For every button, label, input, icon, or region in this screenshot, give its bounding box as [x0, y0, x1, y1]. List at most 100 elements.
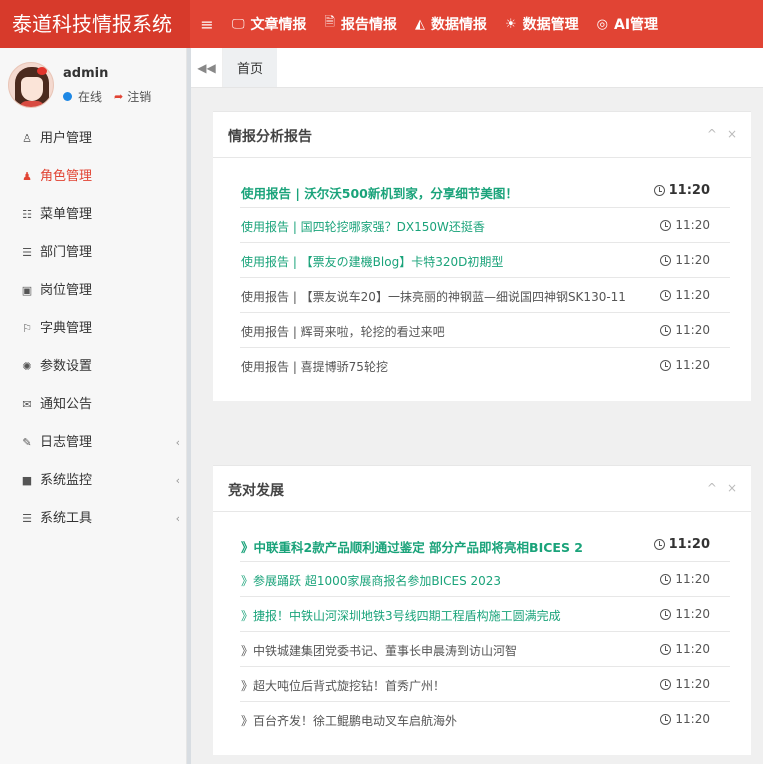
tab-scroll-left-icon[interactable]: ◀◀: [191, 48, 223, 87]
item-title-link[interactable]: 》百台齐发！徐工鲲鹏电动叉车启航海外: [241, 712, 457, 729]
panel-tools: ^ ×: [707, 481, 737, 495]
item-title-link[interactable]: 使用报告 | 辉哥来啦，轮挖的看过来吧: [241, 323, 445, 340]
sidebar-item-3[interactable]: ☰ 部门管理: [0, 234, 186, 272]
user-status: 在线 ➦ 注销: [63, 88, 151, 105]
tab-bar: ◀◀ 首页: [191, 48, 763, 88]
item-title-link[interactable]: 使用报告 | 沃尔沃500新机到家，分享细节美图！: [241, 183, 518, 202]
time-value: 11:20: [675, 572, 710, 586]
list-item[interactable]: 》参展踊跃 超1000家展商报名参加BICES 2023 11:20: [240, 562, 730, 597]
panel-header: 竞对发展 ^ ×: [213, 466, 751, 512]
monitor-icon: 🖵: [232, 16, 245, 32]
sidebar-menu: ♙ 用户管理 ♟ 角色管理 ☷ 菜单管理 ☰ 部门管理 ▣ 岗位管理 ⚐ 字典管理 ✺ 参数设置 ✉ 通知公告…: [0, 120, 186, 538]
sidebar-item-10[interactable]: ☰ 系统工具 ‹: [0, 500, 186, 538]
sidebar-item-label: 角色管理: [40, 169, 93, 184]
user-panel: admin 在线 ➦ 注销: [0, 48, 186, 120]
clock-icon: [660, 289, 672, 301]
time-value: 11:20: [675, 642, 710, 656]
menu-item-icon: ▣: [21, 284, 33, 297]
list-item[interactable]: 》中铁城建集团党委书记、董事长申晨涛到访山河智 11:20: [240, 632, 730, 667]
close-icon[interactable]: ×: [727, 481, 737, 495]
sidebar-item-label: 日志管理: [40, 435, 93, 450]
sidebar: admin 在线 ➦ 注销 ♙ 用户管理 ♟ 角色管理 ☷ 菜单管理 ☰ 部门管理 ▣ 岗位管理 ⚐…: [0, 48, 186, 764]
item-title-link[interactable]: 》超大吨位后背式旋挖钻！首秀广州！: [241, 677, 445, 694]
list-item[interactable]: 使用报告 | 国四轮挖哪家强？DX150W还挺香 11:20: [240, 208, 730, 243]
sidebar-item-label: 通知公告: [40, 397, 93, 412]
clock-icon: [660, 359, 672, 371]
nav-report-intel[interactable]: 🗎 报告情报: [317, 13, 407, 35]
avatar[interactable]: [8, 62, 54, 108]
clock-icon: [660, 573, 672, 585]
list-item[interactable]: 》捷报！中铁山河深圳地铁3号线四期工程盾构施工圆满完成 11:20: [240, 597, 730, 632]
sidebar-toggle-icon[interactable]: ≡: [190, 15, 224, 34]
time-value: 11:20: [668, 183, 710, 198]
clock-icon: [660, 219, 672, 231]
top-header: 泰道科技情报系统 ≡ 🖵 文章情报 🗎 报告情报 ◭ 数据情报 ☀ 数据管理 ◎…: [0, 0, 763, 48]
sidebar-item-label: 菜单管理: [40, 207, 93, 222]
sidebar-scrollbar[interactable]: [186, 48, 191, 764]
panel-analysis-reports: 情报分析报告 ^ × 使用报告 | 沃尔沃500新机到家，分享细节美图！ 11:2…: [213, 111, 751, 401]
item-title-link[interactable]: 》捷报！中铁山河深圳地铁3号线四期工程盾构施工圆满完成: [241, 607, 561, 624]
menu-item-icon: ♙: [22, 132, 32, 145]
logout-link[interactable]: 注销: [127, 88, 151, 105]
item-title-link[interactable]: 使用报告 | 国四轮挖哪家强？DX150W还挺香: [241, 218, 485, 235]
list-item[interactable]: 》中联重科2款产品顺利通过鉴定 部分产品即将亮相BICES 2 11:20: [240, 527, 730, 562]
sidebar-item-label: 系统监控: [40, 473, 93, 488]
news-list: 》中联重科2款产品顺利通过鉴定 部分产品即将亮相BICES 2 11:20 》参展踊…: [240, 527, 730, 737]
panel-title: 竞对发展: [228, 483, 284, 499]
clock-icon: [660, 678, 672, 690]
sidebar-item-label: 用户管理: [40, 131, 93, 146]
list-item[interactable]: 》超大吨位后背式旋挖钻！首秀广州！ 11:20: [240, 667, 730, 702]
menu-item-icon: ☰: [22, 246, 32, 259]
item-title-link[interactable]: 》中联重科2款产品顺利通过鉴定 部分产品即将亮相BICES 2: [241, 537, 583, 556]
sidebar-item-0[interactable]: ♙ 用户管理: [0, 120, 186, 158]
item-time: 11:20: [653, 183, 710, 198]
area-chart-icon: ◭: [415, 16, 425, 32]
sidebar-item-1[interactable]: ♟ 角色管理: [0, 158, 186, 196]
item-title-link[interactable]: 使用报告 | 【票友说车20】一抹亮丽的神钢蓝—细说国四神钢SK130-11: [241, 288, 626, 305]
sidebar-item-label: 字典管理: [40, 321, 93, 336]
time-value: 11:20: [675, 712, 710, 726]
menu-item-icon: ♟: [22, 170, 32, 183]
clock-icon: [660, 608, 672, 620]
sidebar-item-4[interactable]: ▣ 岗位管理: [0, 272, 186, 310]
list-item[interactable]: 使用报告 | 沃尔沃500新机到家，分享细节美图！ 11:20: [240, 173, 730, 208]
sidebar-item-7[interactable]: ✉ 通知公告: [0, 386, 186, 424]
brand-title[interactable]: 泰道科技情报系统: [0, 0, 190, 48]
nav-data-intel[interactable]: ◭ 数据情报: [407, 14, 497, 34]
sign-out-icon[interactable]: ➦: [114, 90, 123, 103]
nav-label: 报告情报: [341, 17, 397, 33]
list-item[interactable]: 使用报告 | 【票友の建機Blog】卡特320D初期型 11:20: [240, 243, 730, 278]
chevron-left-icon: ‹: [175, 436, 180, 449]
collapse-icon[interactable]: ^: [707, 127, 717, 141]
panel-header: 情报分析报告 ^ ×: [213, 112, 751, 158]
time-value: 11:20: [675, 607, 710, 621]
item-title-link[interactable]: 使用报告 | 喜提博骄75轮挖: [241, 358, 388, 375]
collapse-icon[interactable]: ^: [707, 481, 717, 495]
list-item[interactable]: 使用报告 | 辉哥来啦，轮挖的看过来吧 11:20: [240, 313, 730, 348]
nav-data-management[interactable]: ☀ 数据管理: [497, 14, 589, 34]
close-icon[interactable]: ×: [727, 127, 737, 141]
nav-label: 数据情报: [431, 17, 487, 33]
item-title-link[interactable]: 》中铁城建集团党委书记、董事长申晨涛到访山河智: [241, 642, 517, 659]
item-time: 11:20: [660, 288, 710, 302]
panel-competitor-news: 竞对发展 ^ × 》中联重科2款产品顺利通过鉴定 部分产品即将亮相BICES 2…: [213, 465, 751, 755]
item-time: 11:20: [660, 358, 710, 372]
sidebar-item-8[interactable]: ✎ 日志管理 ‹: [0, 424, 186, 462]
item-time: 11:20: [660, 607, 710, 621]
nav-ai-management[interactable]: ◎ AI管理: [589, 14, 668, 34]
time-value: 11:20: [675, 358, 710, 372]
tab-home[interactable]: 首页: [223, 48, 278, 87]
lifebuoy-icon: ◎: [596, 16, 608, 32]
list-item[interactable]: 使用报告 | 喜提博骄75轮挖 11:20: [240, 348, 730, 383]
list-item[interactable]: 使用报告 | 【票友说车20】一抹亮丽的神钢蓝—细说国四神钢SK130-11 11…: [240, 278, 730, 313]
sidebar-item-6[interactable]: ✺ 参数设置: [0, 348, 186, 386]
sidebar-item-9[interactable]: ■ 系统监控 ‹: [0, 462, 186, 500]
online-label: 在线: [78, 90, 103, 104]
item-title-link[interactable]: 使用报告 | 【票友の建機Blog】卡特320D初期型: [241, 253, 503, 270]
nav-article-intel[interactable]: 🖵 文章情报: [224, 14, 317, 34]
item-title-link[interactable]: 》参展踊跃 超1000家展商报名参加BICES 2023: [241, 572, 501, 589]
list-item[interactable]: 》百台齐发！徐工鲲鹏电动叉车启航海外 11:20: [240, 702, 730, 737]
sidebar-item-2[interactable]: ☷ 菜单管理: [0, 196, 186, 234]
sidebar-item-5[interactable]: ⚐ 字典管理: [0, 310, 186, 348]
sidebar-item-label: 岗位管理: [40, 283, 93, 298]
